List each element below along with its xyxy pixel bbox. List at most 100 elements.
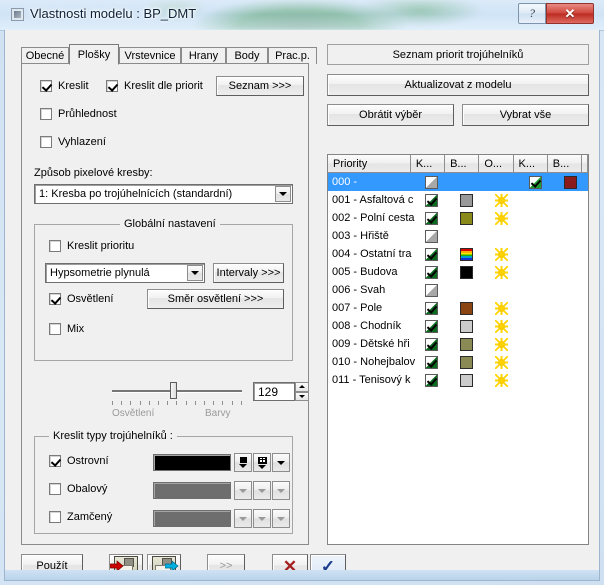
row-draw-cell[interactable] (415, 175, 450, 189)
row-lighting-cell[interactable] (484, 356, 519, 369)
hypsometry-combo[interactable]: Hypsometrie plynulá (45, 263, 205, 283)
tab-pracp[interactable]: Prac.p. (268, 47, 317, 64)
row-color-swatch[interactable] (460, 319, 474, 333)
tab-plosky[interactable]: Plošky (69, 44, 119, 65)
row-color-swatch[interactable] (460, 265, 474, 279)
row-lighting-cell[interactable] (484, 194, 519, 207)
column-header-priority[interactable]: Priority (328, 155, 411, 173)
table-row[interactable]: 010 - Nohejbalov (328, 353, 588, 371)
checkbox-kreslit-dle-priorit[interactable]: Kreslit dle priorit (106, 80, 203, 92)
row-color-cell[interactable] (449, 211, 484, 225)
row-draw-cell[interactable] (415, 319, 450, 333)
table-row[interactable]: 006 - Svah (328, 281, 588, 299)
column-header-k2[interactable]: K... (513, 155, 548, 173)
checkbox-ostrovni[interactable]: Ostrovní (49, 455, 109, 467)
select-all-button[interactable]: Vybrat vše (462, 104, 589, 126)
row-priority-color-cell[interactable] (553, 175, 588, 189)
row-color-cell[interactable] (449, 355, 484, 369)
close-button[interactable]: ✕ (546, 3, 594, 24)
mix-slider-thumb[interactable] (170, 382, 177, 399)
tab-hrany[interactable]: Hrany (181, 47, 226, 64)
priority-list-header-button[interactable]: Seznam priorit trojúhelníků (327, 44, 589, 65)
column-header-b1[interactable]: B... (445, 155, 480, 173)
table-row[interactable]: 004 - Ostatní tra (328, 245, 588, 263)
row-lighting-cell[interactable] (484, 266, 519, 279)
checkbox-osvetleni[interactable]: Osvětlení (49, 293, 113, 305)
row-draw-cell[interactable] (415, 355, 450, 369)
row-draw-cell[interactable] (415, 193, 450, 207)
table-row[interactable]: 003 - Hřiště (328, 227, 588, 245)
titlebar[interactable]: Vlastnosti modelu : BP_DMT ? ✕ (0, 0, 604, 30)
row-color-cell[interactable] (449, 337, 484, 351)
row-color-swatch[interactable] (460, 193, 474, 207)
table-row[interactable]: 007 - Pole (328, 299, 588, 317)
row-draw-checkbox[interactable] (425, 319, 439, 333)
hatch-style-button-ostrovni[interactable] (253, 453, 271, 472)
pixel-draw-combo[interactable]: 1: Kresba po trojúhelnících (standardní) (34, 184, 293, 204)
table-row[interactable]: 000 - (328, 173, 588, 191)
column-header-b2[interactable]: B... (547, 155, 583, 173)
row-lighting-cell[interactable] (484, 320, 519, 333)
help-button[interactable]: ? (518, 3, 546, 24)
row-draw-checkbox[interactable] (425, 373, 439, 387)
checkbox-pruhlednost[interactable]: Průhlednost (40, 108, 117, 120)
table-row[interactable]: 001 - Asfaltová c (328, 191, 588, 209)
row-draw-checkbox[interactable] (425, 355, 439, 369)
table-row[interactable]: 009 - Dětské hři (328, 335, 588, 353)
update-from-model-button[interactable]: Aktualizovat z modelu (327, 74, 589, 96)
color-swatch-ostrovni[interactable] (153, 454, 231, 471)
checkbox-obalovy[interactable]: Obalový (49, 483, 107, 495)
seznam-button[interactable]: Seznam >>> (216, 76, 304, 96)
row-draw-checkbox[interactable] (425, 301, 439, 315)
row-color-cell[interactable] (449, 193, 484, 207)
row-draw-checkbox[interactable] (425, 193, 439, 207)
column-header-k1[interactable]: K... (410, 155, 446, 173)
checkbox-vyhlazeni[interactable]: Vyhlazení (40, 136, 106, 148)
row-color-cell[interactable] (449, 373, 484, 387)
row-draw-checkbox[interactable] (425, 337, 439, 351)
table-row[interactable]: 002 - Polní cesta (328, 209, 588, 227)
tab-vrstevnice[interactable]: Vrstevnice (119, 47, 181, 64)
column-header-o[interactable]: O... (479, 155, 514, 173)
row-color-swatch[interactable] (460, 373, 474, 387)
row-color-cell[interactable] (449, 247, 484, 261)
table-row[interactable]: 011 - Tenisový k (328, 371, 588, 389)
row-draw-checkbox[interactable] (425, 265, 439, 279)
row-lighting-cell[interactable] (484, 302, 519, 315)
row-draw-cell[interactable] (415, 265, 450, 279)
checkbox-kreslit[interactable]: Kreslit (40, 80, 89, 92)
spinner-up-button[interactable] (295, 382, 309, 392)
tab-body[interactable]: Body (226, 47, 268, 64)
extra-style-button-ostrovni[interactable] (272, 453, 290, 472)
table-row[interactable]: 008 - Chodník (328, 317, 588, 335)
row-color-swatch[interactable] (460, 337, 474, 351)
priority-table[interactable]: Priority K... B... O... K... B... 000 - … (327, 154, 589, 545)
row-draw-checkbox[interactable] (425, 247, 439, 261)
row-color-cell[interactable] (449, 319, 484, 333)
row-lighting-cell[interactable] (484, 338, 519, 351)
row-color-cell[interactable] (449, 301, 484, 315)
chevron-down-icon[interactable] (187, 265, 203, 281)
fill-style-button-ostrovni[interactable] (234, 453, 252, 472)
chevron-down-icon[interactable] (275, 186, 291, 202)
checkbox-kreslit-prioritu[interactable]: Kreslit prioritu (49, 240, 134, 252)
row-color-swatch[interactable] (460, 355, 474, 369)
mix-value-field[interactable]: 129 (253, 382, 295, 401)
mix-spinner[interactable] (295, 382, 309, 401)
row-draw-checkbox[interactable] (425, 229, 439, 243)
row-draw-cell[interactable] (415, 211, 450, 225)
row-color-swatch[interactable] (460, 247, 474, 261)
row-lighting-cell[interactable] (484, 212, 519, 225)
spinner-down-button[interactable] (295, 391, 309, 401)
smer-osvetleni-button[interactable]: Směr osvětlení >>> (147, 289, 284, 309)
row-color-swatch[interactable] (460, 301, 474, 315)
row-priority-color-swatch[interactable] (564, 175, 578, 189)
row-draw-cell[interactable] (415, 373, 450, 387)
intervaly-button[interactable]: Intervaly >>> (213, 263, 284, 283)
row-draw-cell[interactable] (415, 337, 450, 351)
table-row[interactable]: 005 - Budova (328, 263, 588, 281)
row-draw-checkbox[interactable] (425, 175, 439, 189)
mix-slider-track[interactable] (112, 390, 242, 392)
row-color-cell[interactable] (449, 265, 484, 279)
checkbox-zamceny[interactable]: Zamčený (49, 511, 112, 523)
